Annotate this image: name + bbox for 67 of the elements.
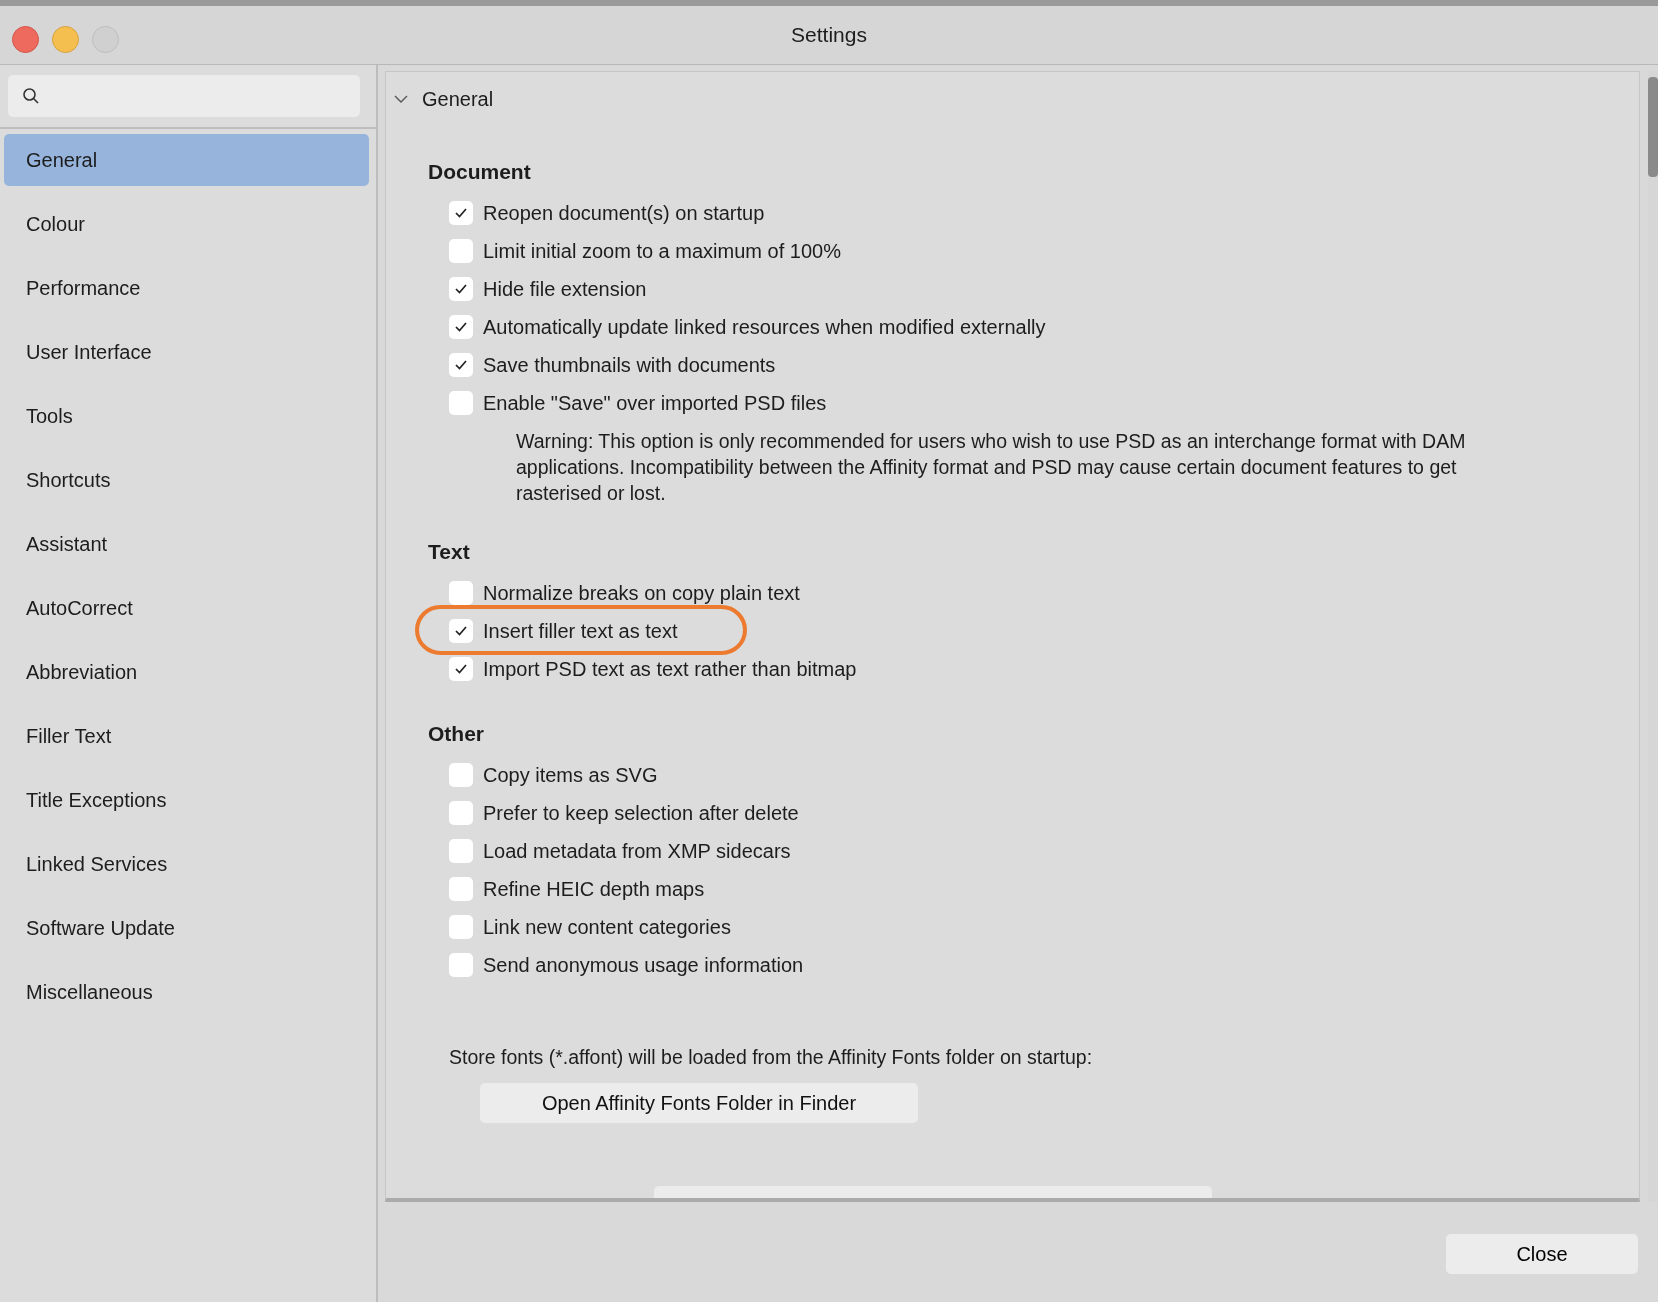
sidebar-item[interactable]: Colour	[4, 198, 369, 250]
checkbox-label: Save thumbnails with documents	[483, 353, 776, 377]
checkbox[interactable]	[449, 581, 473, 605]
close-button[interactable]: Close	[1446, 1234, 1638, 1274]
checkbox[interactable]	[449, 353, 473, 377]
section-heading: Document	[428, 160, 532, 184]
sidebar-item[interactable]: Tools	[4, 390, 369, 442]
checkbox[interactable]	[449, 277, 473, 301]
checkbox[interactable]	[449, 315, 473, 339]
section-heading: Other	[428, 722, 485, 746]
checkbox-label: Link new content categories	[483, 915, 731, 939]
checkbox-label: Import PSD text as text rather than bitmap	[483, 657, 857, 681]
sidebar-item[interactable]: General	[4, 134, 369, 186]
checkbox-label: Prefer to keep selection after delete	[483, 801, 799, 825]
checkbox[interactable]	[449, 391, 473, 415]
checkbox-label: Automatically update linked resources when modified externally	[483, 315, 1046, 339]
open-fonts-folder-button[interactable]: Open Affinity Fonts Folder in Finder	[480, 1083, 918, 1123]
checkmark-icon	[454, 625, 468, 637]
checkmark-icon	[454, 207, 468, 219]
window-title: Settings	[791, 23, 867, 47]
minimize-window-button[interactable]	[52, 26, 79, 53]
search-field[interactable]	[8, 75, 360, 117]
checkbox-label: Normalize breaks on copy plain text	[483, 581, 800, 605]
sidebar-item[interactable]: Abbreviation	[4, 646, 369, 698]
sidebar-item[interactable]: Shortcuts	[4, 454, 369, 506]
checkbox-label: Load metadata from XMP sidecars	[483, 839, 791, 863]
checkbox-label: Send anonymous usage information	[483, 953, 804, 977]
sidebar-item[interactable]: Filler Text	[4, 710, 369, 762]
checkbox[interactable]	[449, 915, 473, 939]
group-title: General	[422, 87, 494, 111]
checkbox[interactable]	[449, 801, 473, 825]
sidebar-item[interactable]: User Interface	[4, 326, 369, 378]
sidebar-item[interactable]: Linked Services	[4, 838, 369, 890]
fonts-note: Store fonts (*.affont) will be loaded from the Affinity Fonts folder on startup:	[449, 1046, 1093, 1069]
checkmark-icon	[454, 359, 468, 371]
section-heading: Text	[428, 540, 471, 564]
partial-button[interactable]	[654, 1186, 1212, 1198]
checkbox[interactable]	[449, 657, 473, 681]
checkbox-label: Reopen document(s) on startup	[483, 201, 765, 225]
sidebar-item[interactable]: Miscellaneous	[4, 966, 369, 1018]
checkbox[interactable]	[449, 239, 473, 263]
checkbox-label: Limit initial zoom to a maximum of 100%	[483, 239, 841, 263]
scroll-thumb[interactable]	[1648, 77, 1658, 177]
checkbox[interactable]	[449, 763, 473, 787]
checkmark-icon	[454, 663, 468, 675]
checkbox-label: Hide file extension	[483, 277, 647, 301]
sidebar-item[interactable]: Title Exceptions	[4, 774, 369, 826]
checkbox-label: Enable "Save" over imported PSD files	[483, 391, 827, 415]
sidebar-item[interactable]: Software Update	[4, 902, 369, 954]
checkbox-label: Copy items as SVG	[483, 763, 658, 787]
checkbox[interactable]	[449, 953, 473, 977]
sidebar-item[interactable]: Performance	[4, 262, 369, 314]
checkmark-icon	[454, 283, 468, 295]
checkbox-label: Insert filler text as text	[483, 619, 678, 643]
close-window-button[interactable]	[12, 26, 39, 53]
checkmark-icon	[454, 321, 468, 333]
warning-text: Warning: This option is only recommended for users who wish to use PSD as an interchange format with DAM applications. Incompatibility between the Affinity format and PSD may cause certain document features to get rasterised or lost.	[516, 429, 1467, 506]
checkbox[interactable]	[449, 877, 473, 901]
chevron-icon[interactable]	[394, 94, 408, 104]
sidebar-item[interactable]: AutoCorrect	[4, 582, 369, 634]
checkbox-label: Refine HEIC depth maps	[483, 877, 705, 901]
zoom-window-button[interactable]	[92, 26, 119, 53]
sidebar-item[interactable]: Assistant	[4, 518, 369, 570]
checkbox[interactable]	[449, 619, 473, 643]
search-icon	[22, 87, 40, 105]
checkbox[interactable]	[449, 201, 473, 225]
checkbox[interactable]	[449, 839, 473, 863]
